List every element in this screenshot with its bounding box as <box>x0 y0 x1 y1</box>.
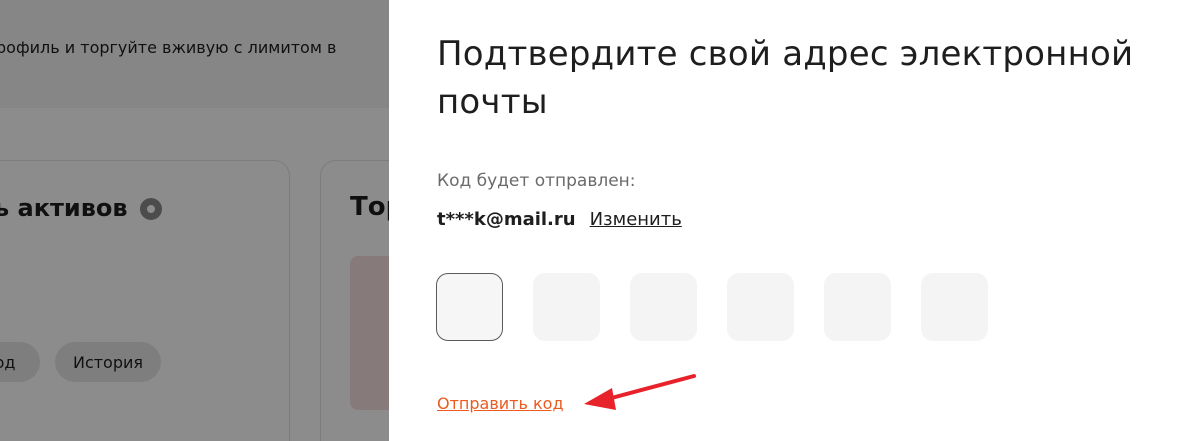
code-digit-2[interactable] <box>533 273 600 341</box>
send-code-link[interactable]: Отправить код <box>437 394 564 413</box>
code-input-group <box>436 273 988 341</box>
code-digit-6[interactable] <box>921 273 988 341</box>
page-title: Подтвердите свой адрес электронной почты <box>437 34 1134 122</box>
email-verification-drawer: Подтвердите свой адрес электронной почты… <box>389 0 1200 441</box>
change-email-link[interactable]: Изменить <box>590 209 682 230</box>
code-digit-3[interactable] <box>630 273 697 341</box>
masked-email: t***k@mail.ru <box>437 209 576 230</box>
code-sent-hint: Код будет отправлен: <box>437 171 636 191</box>
code-digit-1[interactable] <box>436 273 503 341</box>
code-digit-4[interactable] <box>727 273 794 341</box>
email-row: t***k@mail.ru Изменить <box>437 209 682 230</box>
code-digit-5[interactable] <box>824 273 891 341</box>
